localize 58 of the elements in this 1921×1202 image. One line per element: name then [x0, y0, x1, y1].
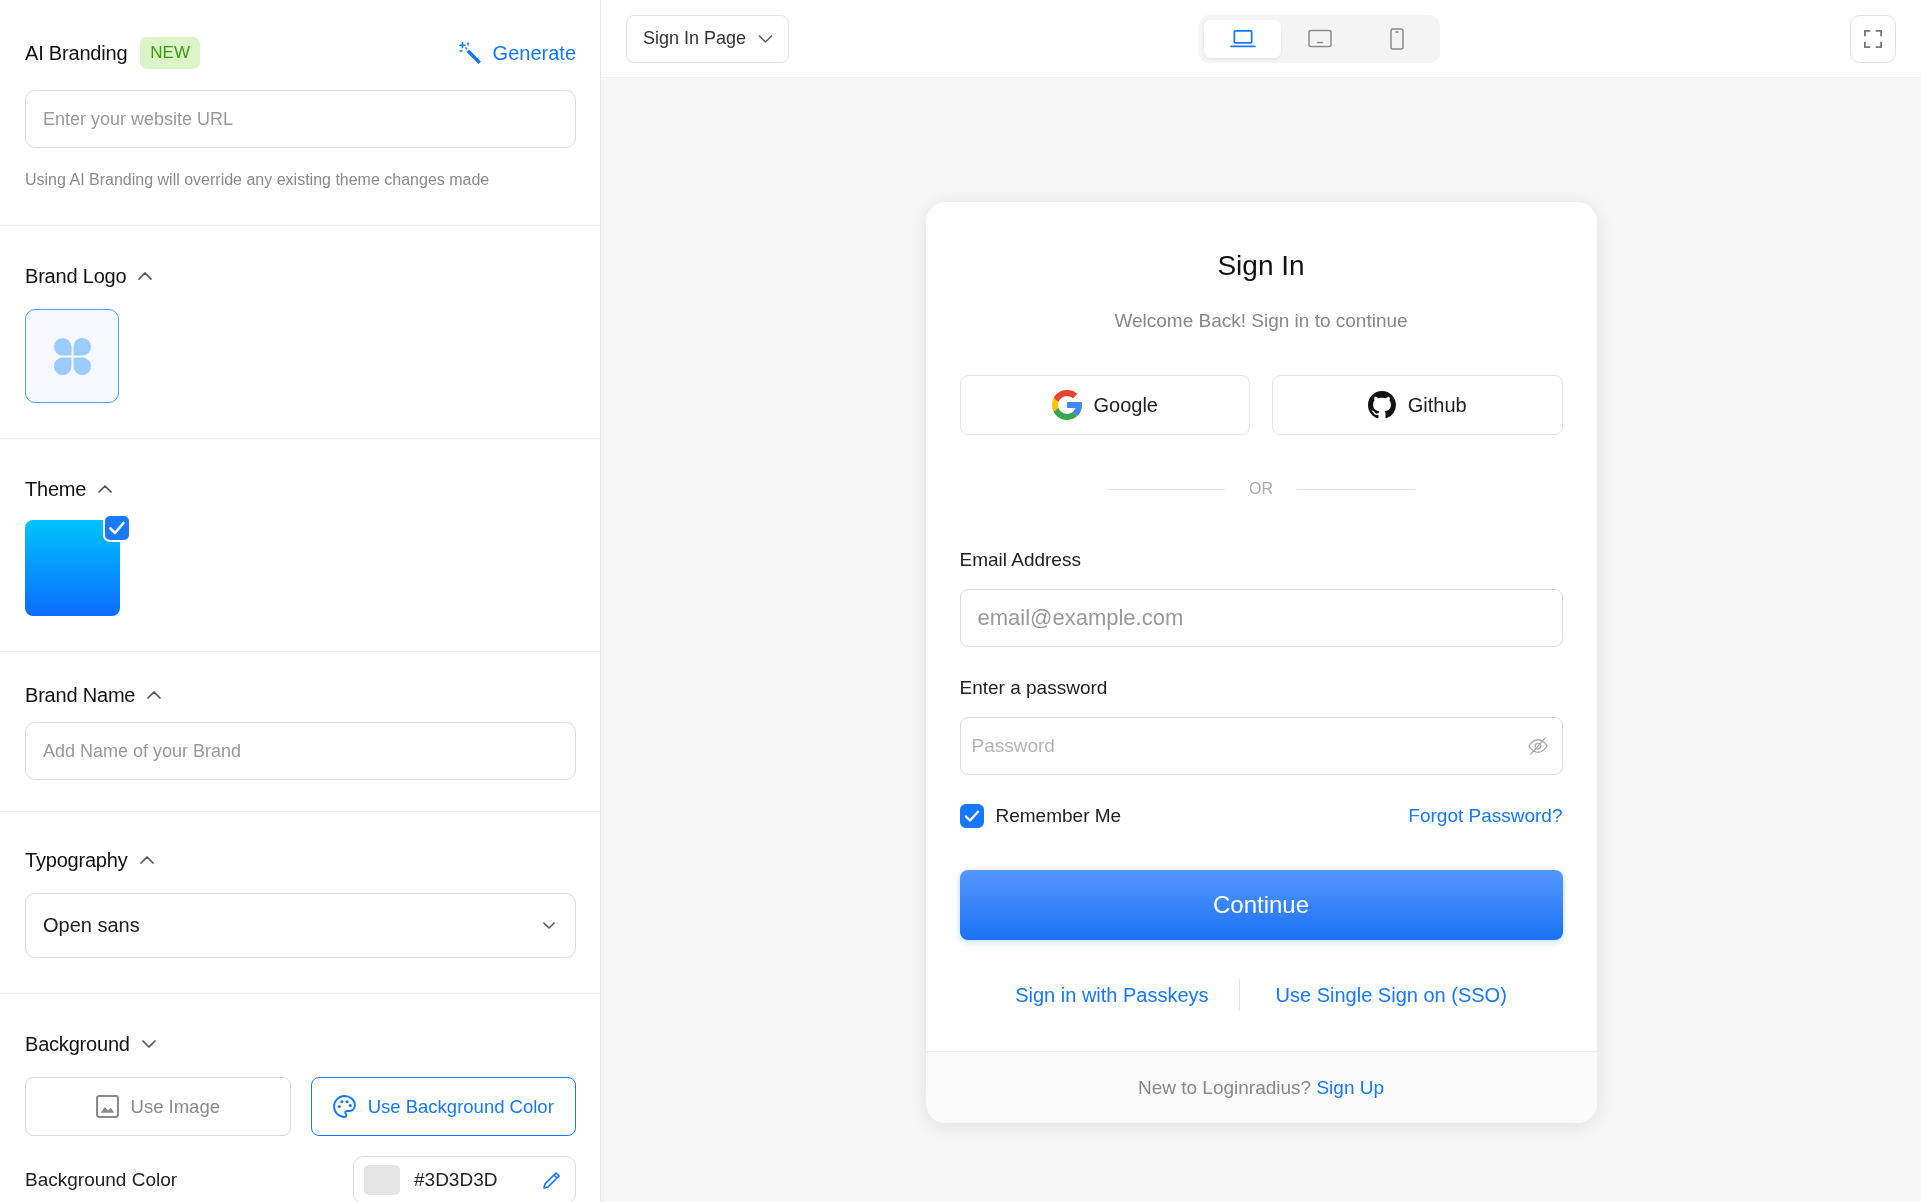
- separator-text: OR: [1249, 479, 1273, 499]
- pencil-icon[interactable]: [543, 1171, 561, 1189]
- palette-icon: [332, 1095, 356, 1118]
- section-title: Brand Name: [25, 683, 136, 707]
- logo-tile[interactable]: [25, 309, 119, 403]
- clover-icon: [53, 337, 91, 375]
- alternate-sign-in-link[interactable]: Use Single Sign on (SSO): [1275, 983, 1507, 1007]
- field-label: Enter a password: [959, 677, 1109, 699]
- checkbox-icon[interactable]: [103, 514, 131, 542]
- section-title: Background: [25, 1032, 130, 1056]
- github-logo-icon: [1367, 391, 1396, 419]
- laptop-icon: [1229, 29, 1256, 48]
- chevron-icon[interactable]: [758, 34, 774, 43]
- page-dropdown[interactable]: Sign In Page: [626, 14, 790, 63]
- magic-wand-icon: [458, 42, 481, 64]
- font-select[interactable]: Open sans: [25, 893, 576, 958]
- color-swatch-icon[interactable]: [364, 1165, 400, 1195]
- checkbox[interactable]: [959, 804, 984, 828]
- section-title: Theme: [25, 477, 87, 501]
- chevron-icon[interactable]: [138, 272, 153, 280]
- tablet-icon: [1307, 29, 1332, 48]
- url-input[interactable]: Enter your website URL: [25, 90, 576, 148]
- brand-name-input[interactable]: Add Name of your Brand: [25, 722, 576, 780]
- section-title: Brand Logo: [25, 264, 127, 288]
- chevron-icon[interactable]: [543, 922, 555, 929]
- device-tab[interactable]: [1204, 19, 1282, 58]
- google-logo-icon: [1051, 390, 1082, 420]
- chevron-icon[interactable]: [98, 485, 113, 493]
- field-label: Email Address: [959, 549, 1082, 571]
- generate-button[interactable]: Generate: [458, 37, 576, 69]
- sign-up-prompt: New to Loginradius? Sign Up: [1137, 1076, 1385, 1099]
- section-title: AI Branding: [25, 41, 128, 65]
- background-option-button[interactable]: Use Image: [25, 1077, 291, 1136]
- section-title: Typography: [25, 848, 128, 872]
- alternate-sign-in-link[interactable]: Sign in with Passkeys: [1015, 983, 1209, 1007]
- expand-corners-icon: [1864, 29, 1882, 48]
- checkbox-label: Remember Me: [995, 805, 1122, 827]
- continue-button[interactable]: Continue: [959, 870, 1563, 940]
- card-subtitle: Welcome Back! Sign in to continue: [1113, 309, 1409, 333]
- forgot-password-link[interactable]: Forgot Password?: [1408, 805, 1563, 827]
- theme-swatch[interactable]: [25, 520, 120, 616]
- email-input[interactable]: email@example.com: [959, 589, 1563, 647]
- hint-text: Using AI Branding will override any existing theme changes made: [25, 170, 491, 190]
- chevron-icon[interactable]: [147, 691, 162, 699]
- sign-up-link[interactable]: Sign Up: [1316, 1076, 1385, 1098]
- chevron-icon[interactable]: [139, 856, 154, 864]
- phone-icon: [1389, 27, 1404, 50]
- image-icon: [95, 1095, 119, 1118]
- password-input[interactable]: Password: [959, 717, 1563, 775]
- chevron-icon[interactable]: [141, 1040, 156, 1048]
- social-login-button[interactable]: Google: [959, 375, 1250, 435]
- eye-slash-icon[interactable]: [1527, 737, 1548, 755]
- card-title: Sign In: [1216, 249, 1306, 283]
- social-login-button[interactable]: Github: [1272, 375, 1563, 435]
- fullscreen-button[interactable]: [1850, 14, 1896, 63]
- background-option-button[interactable]: Use Background Color: [310, 1077, 576, 1136]
- new-badge: NEW: [140, 37, 200, 69]
- field-label: Background Color: [25, 1169, 178, 1191]
